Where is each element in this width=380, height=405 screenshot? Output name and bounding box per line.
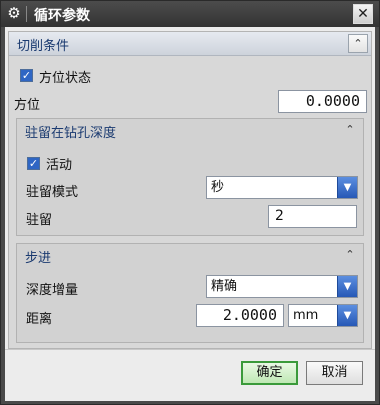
chevron-up-icon: ⌃ [353, 37, 363, 50]
close-button[interactable]: ✕ [353, 4, 373, 24]
step-subsection: 步进 ⌃ 深度增量 精确 ▼ 距离 2.0000 mm ▼ [16, 243, 364, 343]
dwell-active-checkbox[interactable]: ✓ [27, 157, 40, 170]
section-header-cutting-conditions[interactable]: 切削条件 ⌃ [9, 32, 371, 56]
dwell-label: 驻留 [26, 213, 53, 228]
chevron-down-icon[interactable]: ▼ [337, 305, 357, 326]
titlebar[interactable]: ⚙ 循环参数 ✕ [1, 1, 379, 27]
section-title-dwell: 驻留在钻孔深度 [25, 126, 117, 141]
chevron-down-icon[interactable]: ▼ [337, 177, 357, 198]
collapse-cutting-conditions-button[interactable]: ⌃ [348, 34, 368, 53]
section-title-cutting-conditions: 切削条件 [17, 39, 70, 54]
dwell-subsection: 驻留在钻孔深度 ⌃ ✓ 活动 驻留模式 秒 ▼ 驻留 2 [16, 118, 364, 236]
gear-icon[interactable]: ⚙ [5, 4, 23, 22]
title-separator [26, 6, 27, 22]
chevron-up-icon: ⌃ [345, 248, 355, 261]
orientation-input[interactable]: 0.0000 [278, 90, 367, 113]
depth-increment-label: 深度增量 [26, 283, 79, 298]
section-header-dwell[interactable]: 驻留在钻孔深度 ⌃ [17, 119, 363, 143]
main-panel: 切削条件 ⌃ ✓ 方位状态 方位 0.0000 驻留在钻孔深度 ⌃ ✓ 活动 驻… [8, 31, 372, 349]
section-title-step: 步进 [25, 251, 52, 266]
chevron-up-icon: ⌃ [345, 123, 355, 136]
distance-unit-value: mm [293, 308, 319, 323]
cycle-parameters-dialog: ⚙ 循环参数 ✕ 切削条件 ⌃ ✓ 方位状态 方位 0.0000 驻留在钻孔深度… [0, 0, 380, 405]
dwell-mode-select[interactable]: 秒 ▼ [206, 176, 358, 199]
ok-button[interactable]: 确定 [241, 361, 298, 385]
orientation-state-label: 方位状态 [39, 71, 92, 86]
distance-label: 距离 [26, 312, 53, 327]
orientation-state-checkbox[interactable]: ✓ [20, 69, 33, 82]
orientation-label: 方位 [14, 98, 41, 113]
collapse-step-button[interactable]: ⌃ [343, 247, 357, 263]
dwell-active-label: 活动 [46, 158, 73, 173]
distance-unit-select[interactable]: mm ▼ [288, 304, 358, 327]
cancel-button[interactable]: 取消 [306, 361, 363, 385]
dwell-input[interactable]: 2 [268, 205, 357, 228]
collapse-dwell-button[interactable]: ⌃ [343, 122, 357, 138]
depth-increment-select[interactable]: 精确 ▼ [206, 275, 358, 298]
dialog-title: 循环参数 [34, 8, 90, 24]
depth-increment-value: 精确 [211, 279, 238, 294]
distance-input[interactable]: 2.0000 [196, 304, 284, 327]
dwell-mode-label: 驻留模式 [26, 185, 79, 200]
section-header-step[interactable]: 步进 ⌃ [17, 244, 363, 268]
footer-divider [5, 349, 375, 350]
dwell-mode-value: 秒 [211, 180, 225, 195]
chevron-down-icon[interactable]: ▼ [337, 276, 357, 297]
dialog-body: 切削条件 ⌃ ✓ 方位状态 方位 0.0000 驻留在钻孔深度 ⌃ ✓ 活动 驻… [5, 27, 375, 401]
